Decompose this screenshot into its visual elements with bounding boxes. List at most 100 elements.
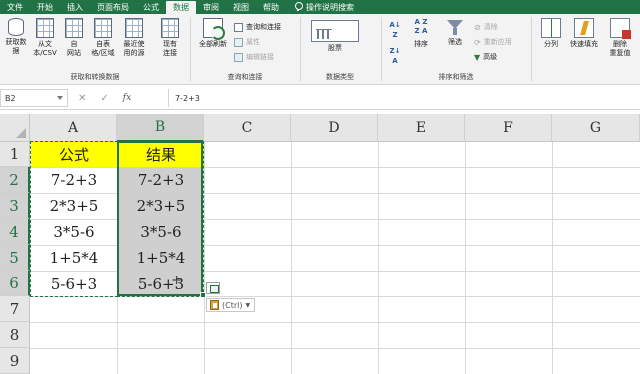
paste-options-label: (Ctrl) (222, 300, 243, 310)
row-header-6[interactable]: 6 (0, 271, 30, 296)
group-queries-label: 查询和连接 (227, 73, 263, 81)
formula-input[interactable]: 7-2+3 (168, 89, 640, 107)
existing-connections-label: 现有 连接 (163, 40, 177, 57)
chevron-down-icon: ▼ (245, 301, 251, 309)
insert-function-icon[interactable]: fx (123, 93, 131, 103)
tab-formulas[interactable]: 公式 (136, 0, 166, 14)
column-header-d[interactable]: D (291, 114, 378, 142)
excel-window: 文件 开始 插入 页面布局 公式 数据 审阅 视图 帮助 操作说明搜索 获取数 … (0, 0, 640, 374)
existing-connections-button[interactable]: 现有 连接 (155, 18, 185, 58)
tab-data[interactable]: 数据 (166, 1, 196, 14)
row-header-7[interactable]: 7 (0, 296, 30, 322)
sort-button[interactable]: A ZZ A 排序 (408, 18, 434, 49)
ribbon-separator (531, 17, 532, 81)
reapply-icon: ⟳ (474, 37, 481, 47)
gridline (30, 348, 640, 349)
chevron-down-icon (57, 96, 63, 100)
properties-label: 属性 (246, 38, 260, 46)
gridline (378, 142, 379, 374)
tab-file[interactable]: 文件 (0, 0, 30, 14)
edit-links-button[interactable]: 编辑链接 (234, 52, 274, 62)
edit-links-label: 编辑链接 (246, 53, 274, 61)
remove-duplicates-label: 删除 重复值 (609, 40, 631, 57)
ribbon-tab-bar: 文件 开始 插入 页面布局 公式 数据 审阅 视图 帮助 操作说明搜索 (0, 0, 640, 14)
remove-duplicates-button[interactable]: 删除 重复值 (603, 18, 637, 58)
flash-fill-icon (574, 18, 594, 38)
sort-az-icon: A↓ Z (389, 21, 401, 39)
properties-icon (234, 37, 243, 47)
column-header-e[interactable]: E (378, 114, 465, 142)
reapply-button[interactable]: ⟳ 重新应用 (474, 37, 512, 47)
row-header-3[interactable]: 3 (0, 193, 30, 219)
flash-fill-button[interactable]: 快速填充 (566, 18, 602, 49)
group-sort-filter-label: 排序和筛选 (438, 73, 474, 81)
text-to-columns-label: 分列 (544, 40, 558, 48)
ribbon-separator (300, 17, 301, 81)
from-text-csv-button[interactable]: 从文 本/CSV (31, 18, 59, 58)
sort-ascending-button[interactable]: A↓ Z (386, 20, 404, 40)
refresh-all-label: 全部刷新 (199, 40, 227, 48)
clipboard-icon (210, 300, 219, 310)
from-text-csv-label: 从文 本/CSV (33, 40, 57, 57)
sort-label: 排序 (414, 40, 428, 48)
tab-insert[interactable]: 插入 (60, 0, 90, 14)
text-to-columns-button[interactable]: 分列 (537, 18, 565, 49)
clear-filter-icon: ⊘ (474, 22, 481, 32)
row-header-5[interactable]: 5 (0, 245, 30, 271)
column-header-f[interactable]: F (465, 114, 552, 142)
from-web-button[interactable]: 自 网站 (61, 18, 87, 58)
tab-home[interactable]: 开始 (30, 0, 60, 14)
clear-label: 清除 (483, 23, 498, 31)
row-header-4[interactable]: 4 (0, 219, 30, 245)
quick-analysis-icon[interactable] (206, 282, 220, 294)
tab-help[interactable]: 帮助 (256, 0, 286, 14)
tell-me-search[interactable]: 操作说明搜索 (294, 0, 354, 14)
tab-view[interactable]: 视图 (226, 0, 256, 14)
sort-za-icon: Z↓ A (389, 47, 401, 65)
text-to-columns-icon (541, 18, 561, 38)
column-header-b[interactable]: B (117, 114, 204, 142)
formula-text: 7-2+3 (175, 93, 200, 103)
gridline (30, 322, 640, 323)
queries-icon (234, 22, 243, 32)
filter-icon (446, 18, 464, 36)
group-datatypes-label: 数据类型 (326, 73, 354, 81)
flash-fill-label: 快速填充 (570, 40, 598, 48)
lightbulb-icon (294, 2, 303, 12)
select-all-button[interactable] (0, 114, 30, 142)
clear-filter-button[interactable]: ⊘ 清除 (474, 22, 498, 32)
queries-connections-button[interactable]: 查询和连接 (234, 22, 281, 32)
connections-icon (161, 18, 179, 38)
from-table-range-label: 自表 格/区域 (91, 40, 115, 57)
advanced-label: 高级 (483, 53, 498, 61)
name-box[interactable]: B2 (0, 89, 68, 107)
name-box-value: B2 (5, 93, 16, 103)
enter-icon[interactable]: ✓ (100, 93, 108, 104)
stocks-button[interactable]: 股票 (307, 20, 363, 53)
recent-sources-button[interactable]: 最近使 用的源 (119, 18, 149, 58)
row-header-2[interactable]: 2 (0, 167, 30, 193)
tab-page-layout[interactable]: 页面布局 (90, 0, 136, 14)
get-data-button[interactable]: 获取数 据 (2, 18, 30, 56)
gridline (291, 142, 292, 374)
group-get-transform-label: 获取和转换数据 (70, 73, 120, 81)
refresh-all-button[interactable]: 全部刷新 (194, 18, 232, 49)
tab-review[interactable]: 审阅 (196, 0, 226, 14)
filter-label: 筛选 (448, 38, 462, 46)
row-header-1[interactable]: 1 (0, 142, 30, 167)
properties-button[interactable]: 属性 (234, 37, 260, 47)
column-header-g[interactable]: G (552, 114, 640, 142)
advanced-filter-button[interactable]: ▼ 高级 (474, 52, 497, 62)
column-header-c[interactable]: C (204, 114, 291, 142)
row-header-9[interactable]: 9 (0, 348, 30, 374)
paste-options-button[interactable]: (Ctrl) ▼ (206, 298, 256, 312)
sort-descending-button[interactable]: Z↓ A (386, 46, 404, 66)
filter-button[interactable]: 筛选 (440, 18, 470, 47)
gridline (465, 142, 466, 374)
copy-marquee-a (30, 141, 118, 297)
gridline (204, 142, 205, 374)
from-table-range-button[interactable]: 自表 格/区域 (88, 18, 118, 58)
cancel-icon[interactable]: ✕ (78, 93, 86, 104)
row-header-8[interactable]: 8 (0, 322, 30, 348)
column-header-a[interactable]: A (30, 114, 117, 142)
